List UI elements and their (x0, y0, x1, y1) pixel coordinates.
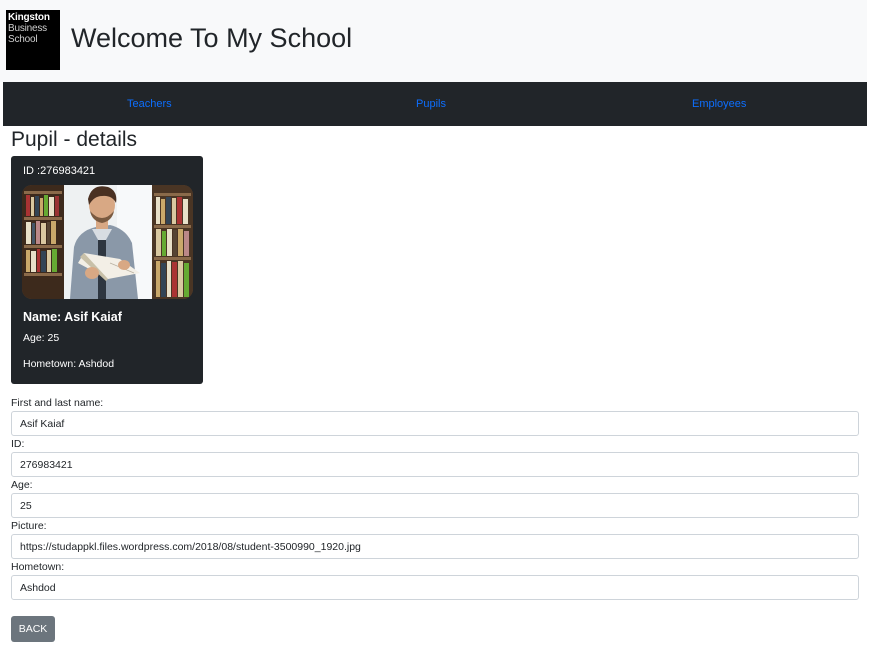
card-hometown: Hometown: Ashdod (23, 358, 115, 370)
pupil-card: ID :276983421 Name: Asif Kaiaf Age: 25 H… (11, 156, 203, 384)
full-name-label: First and last name: (11, 397, 104, 409)
picture-label: Picture: (11, 520, 47, 532)
student-photo-icon (22, 185, 193, 299)
id-label: ID: (11, 438, 25, 450)
logo-line-3: School (8, 34, 38, 45)
pupil-photo (22, 185, 193, 299)
nav-link-pupils[interactable]: Pupils (416, 98, 446, 111)
age-label: Age: (11, 479, 33, 491)
id-field[interactable] (11, 452, 859, 477)
hometown-field[interactable] (11, 575, 859, 600)
card-id: ID :276983421 (23, 165, 96, 177)
site-title: Welcome To My School (71, 23, 353, 53)
school-logo: Kingston Business School (6, 10, 60, 70)
back-button[interactable]: BACK (11, 616, 55, 642)
picture-url-field[interactable] (11, 534, 859, 559)
nav-link-employees[interactable]: Employees (692, 98, 746, 111)
card-age: Age: 25 (23, 332, 60, 344)
logo-line-2: Business (8, 23, 47, 34)
age-field[interactable] (11, 493, 859, 518)
full-name-field[interactable] (11, 411, 859, 436)
logo-line-1: Kingston (8, 12, 50, 23)
main-navbar: Teachers Pupils Employees (3, 82, 867, 126)
hometown-label: Hometown: (11, 561, 65, 573)
page-title: Pupil - details (11, 128, 138, 151)
nav-link-teachers[interactable]: Teachers (127, 98, 172, 111)
site-header: Kingston Business School Welcome To My S… (0, 0, 867, 82)
card-name: Name: Asif Kaiaf (23, 310, 122, 324)
